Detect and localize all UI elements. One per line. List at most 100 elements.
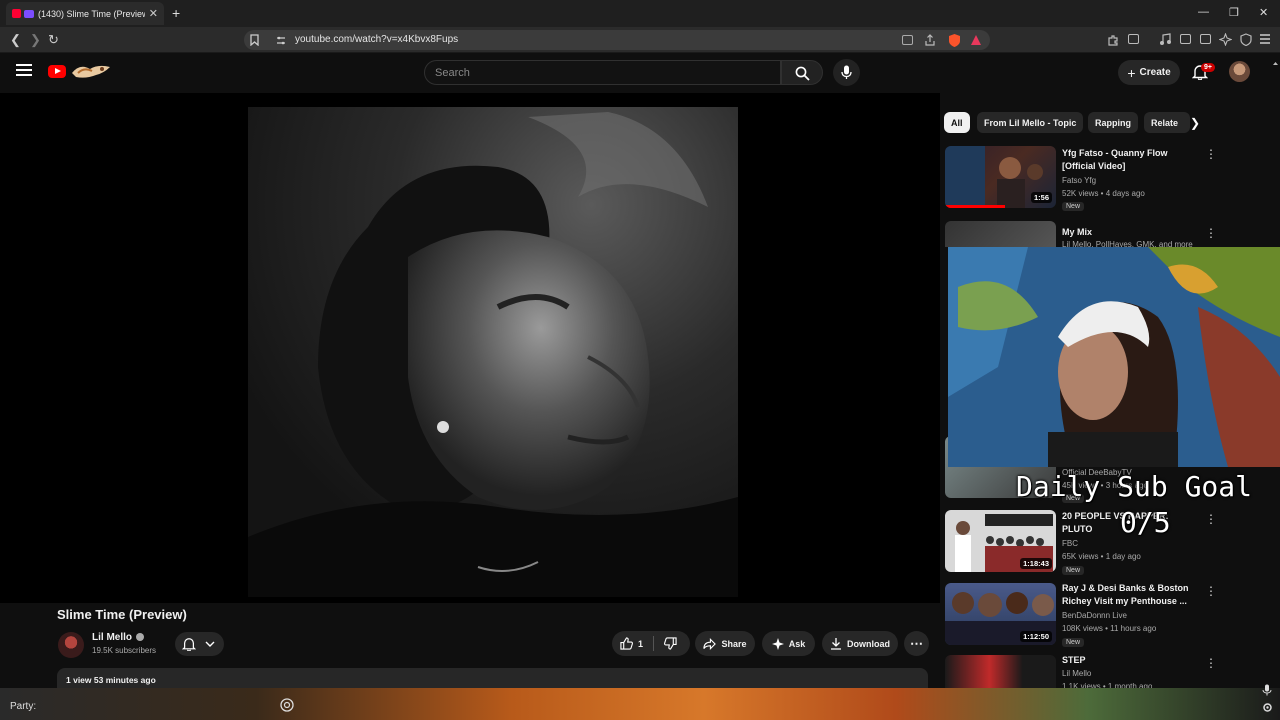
microphone-icon (841, 65, 852, 79)
chip-all[interactable]: All (944, 112, 970, 133)
search-button[interactable] (781, 60, 823, 85)
recommendation-title[interactable]: My Mix (1062, 226, 1202, 239)
search-icon (795, 66, 810, 81)
chip-related[interactable]: Relate (1144, 112, 1190, 133)
new-tab-icon[interactable]: + (172, 5, 180, 21)
chevron-right-icon[interactable]: ❯ (1190, 116, 1200, 130)
brave-rewards-icon[interactable] (970, 34, 982, 46)
sidebar-toggle-icon[interactable] (1180, 34, 1191, 44)
recommendation-thumbnail[interactable] (945, 221, 1056, 247)
maximize-icon[interactable]: ❐ (1229, 6, 1239, 19)
recommendation-thumbnail[interactable]: 1:18:43 (945, 510, 1056, 572)
bell-icon (182, 638, 196, 651)
like-count[interactable]: 1 (638, 639, 643, 649)
video-duration: 1:12:50 (1020, 631, 1052, 642)
forward-icon[interactable]: ❯ (30, 32, 41, 48)
new-badge: New (1062, 638, 1085, 647)
reload-icon[interactable]: ↻ (48, 32, 59, 48)
video-player[interactable] (0, 93, 940, 603)
recommendation-thumbnail[interactable]: 1:56 (945, 146, 1056, 208)
browser-toolbar: ❮ ❯ ↻ youtube.com/watch?v=x4Kbvx8Fups (0, 27, 1280, 53)
channel-name[interactable]: Lil Mello (92, 632, 132, 643)
sparkle-icon (771, 637, 784, 650)
view-count-date: 1 view 53 minutes ago (66, 675, 156, 685)
create-label: Create (1139, 67, 1171, 78)
recommendation-channel: FBC (1062, 539, 1078, 548)
youtube-logo-icon[interactable] (48, 65, 66, 78)
webcam-image (948, 247, 1280, 467)
youtube-favicon-icon (12, 9, 21, 18)
tab-extension-icon (24, 9, 34, 18)
subscription-bell-button[interactable] (175, 632, 224, 656)
download-icon (831, 638, 841, 650)
daily-sub-goal-label: Daily Sub Goal (1016, 470, 1253, 503)
recommendation-title[interactable]: STEP (1062, 654, 1202, 667)
video-frame (248, 107, 738, 597)
more-options-icon[interactable]: ⋮ (1205, 147, 1217, 161)
scroll-up-icon[interactable] (1273, 60, 1278, 74)
brave-shield-icon[interactable] (948, 33, 961, 47)
filter-chips: All From Lil Mello - Topic Rapping Relat… (944, 112, 1204, 134)
browser-tab-bar: (1430) Slime Time (Preview) - ✕ + — ❐ ✕ (0, 0, 1280, 27)
download-label: Download (847, 638, 890, 649)
tab-title: (1430) Slime Time (Preview) - (38, 8, 145, 19)
recommendation-title[interactable]: Ray J & Desi Banks & Boston Richey Visit… (1062, 582, 1202, 608)
microphone-icon (1262, 684, 1272, 696)
subscriber-count: 19.5K subscribers (92, 646, 157, 655)
site-settings-icon[interactable] (276, 36, 286, 45)
more-actions-button[interactable]: ⋯ (904, 631, 929, 656)
leo-ai-icon[interactable] (1219, 33, 1232, 46)
search-input[interactable]: Search (424, 60, 781, 85)
hamburger-menu-icon[interactable] (16, 64, 32, 76)
settings-gear-icon (1263, 703, 1272, 712)
ask-button[interactable]: Ask (762, 631, 815, 656)
dislike-icon[interactable] (664, 637, 677, 650)
artist-portrait-image (248, 107, 738, 597)
more-options-icon[interactable]: ⋮ (1205, 226, 1217, 240)
share-page-icon[interactable] (924, 34, 936, 46)
minimize-icon[interactable]: — (1198, 6, 1209, 18)
page-scrollbar[interactable] (1273, 60, 1278, 720)
close-window-icon[interactable]: ✕ (1259, 6, 1268, 19)
user-avatar[interactable] (1229, 61, 1250, 82)
plus-icon: + (1127, 64, 1136, 81)
wallet-icon[interactable] (1200, 34, 1211, 44)
youtube-doodle-logo[interactable] (70, 61, 112, 81)
browser-menu-icon[interactable] (1259, 34, 1271, 44)
recommendation-thumbnail[interactable] (945, 655, 1056, 688)
extensions-icon[interactable] (1107, 34, 1119, 46)
address-bar[interactable]: youtube.com/watch?v=x4Kbvx8Fups (244, 30, 990, 50)
like-icon[interactable] (620, 637, 633, 650)
back-icon[interactable]: ❮ (10, 32, 21, 48)
browser-tab[interactable]: (1430) Slime Time (Preview) - ✕ (6, 2, 164, 25)
reader-mode-icon[interactable] (1128, 34, 1139, 44)
music-icon[interactable] (1159, 33, 1171, 46)
video-title: Slime Time (Preview) (57, 607, 187, 622)
like-dislike-group: 1 (612, 631, 690, 656)
share-button[interactable]: Share (695, 631, 755, 656)
more-options-icon[interactable]: ⋮ (1205, 512, 1217, 526)
more-options-icon[interactable]: ⋮ (1205, 584, 1217, 598)
recommendation-title[interactable]: Yfg Fatso - Quanny Flow [Official Video] (1062, 147, 1202, 173)
target-icon (280, 698, 294, 712)
more-options-icon[interactable]: ⋮ (1205, 656, 1217, 670)
chip-rapping[interactable]: Rapping (1088, 112, 1138, 133)
bookmark-icon[interactable] (250, 34, 259, 46)
recommendation-thumbnail[interactable]: 1:12:50 (945, 583, 1056, 645)
cast-icon[interactable] (902, 35, 913, 45)
close-tab-icon[interactable]: ✕ (149, 7, 158, 20)
streamer-webcam-overlay (948, 247, 1280, 467)
create-button[interactable]: + Create (1118, 60, 1180, 85)
channel-avatar[interactable] (58, 632, 84, 658)
verified-icon (136, 633, 144, 641)
chip-from-lil-mello[interactable]: From Lil Mello - Topic (977, 112, 1084, 133)
share-label: Share (721, 638, 747, 649)
download-button[interactable]: Download (822, 631, 898, 656)
voice-search-button[interactable] (833, 59, 860, 86)
video-duration: 1:18:43 (1020, 558, 1052, 569)
recommendation-channel: Lil Mello (1062, 669, 1092, 678)
daily-sub-goal-count: 0/5 (1120, 506, 1171, 539)
recommendation-stats: 52K views • 4 days ago (1062, 189, 1145, 198)
stream-bottom-overlay (0, 684, 1280, 720)
vpn-icon[interactable] (1240, 33, 1252, 46)
